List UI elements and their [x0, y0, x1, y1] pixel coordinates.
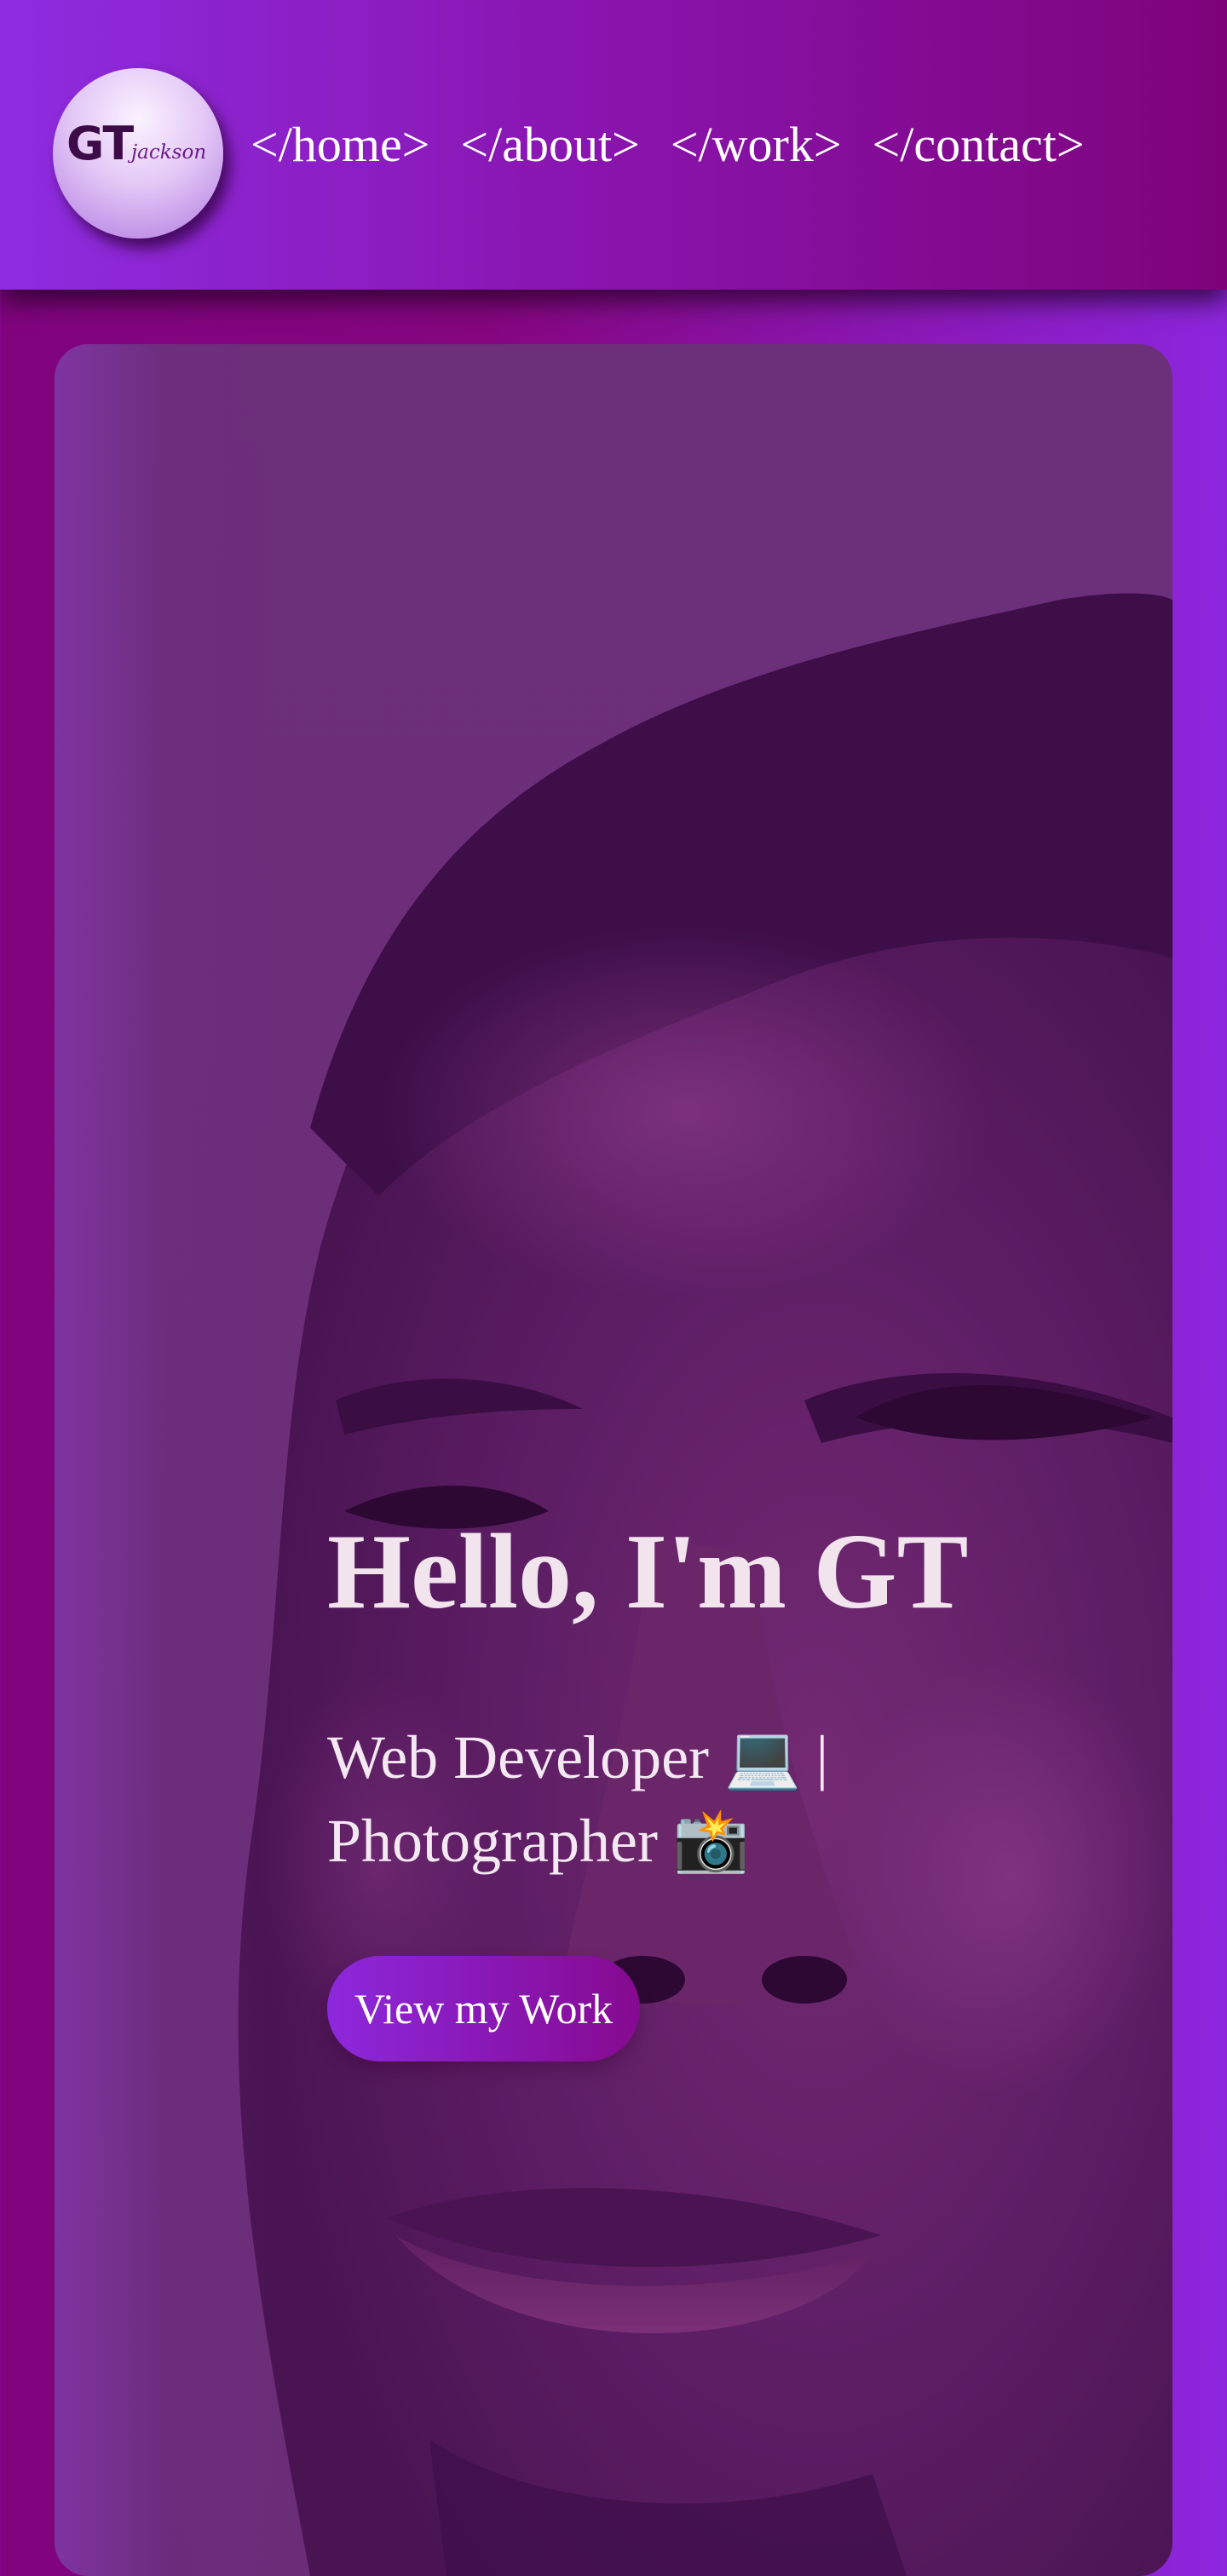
nav-link-about[interactable]: </about> — [460, 109, 639, 181]
nav-links: </home> </about> </work> </contact> — [251, 109, 1085, 181]
nav-link-contact[interactable]: </contact> — [873, 109, 1085, 181]
hero-title: Hello, I'm GT — [327, 1513, 969, 1631]
nav-link-home[interactable]: </home> — [251, 109, 429, 181]
logo-subtext: jackson — [131, 141, 207, 164]
logo-text: GT — [66, 117, 134, 170]
view-work-button[interactable]: View my Work — [327, 1955, 641, 2061]
hero-subtitle: Web Developer 💻 | Photographer 📸 — [327, 1722, 829, 1875]
nav-link-work[interactable]: </work> — [671, 109, 842, 181]
hero-content: Hello, I'm GT Web Developer 💻 | Photogra… — [327, 1503, 1094, 2061]
navbar: GT jackson </home> </about> </work> </co… — [0, 0, 1227, 290]
logo[interactable]: GT jackson — [53, 68, 223, 239]
hero-overlay — [55, 344, 1172, 2576]
hero-section: Hello, I'm GT Web Developer 💻 | Photogra… — [55, 344, 1172, 2576]
